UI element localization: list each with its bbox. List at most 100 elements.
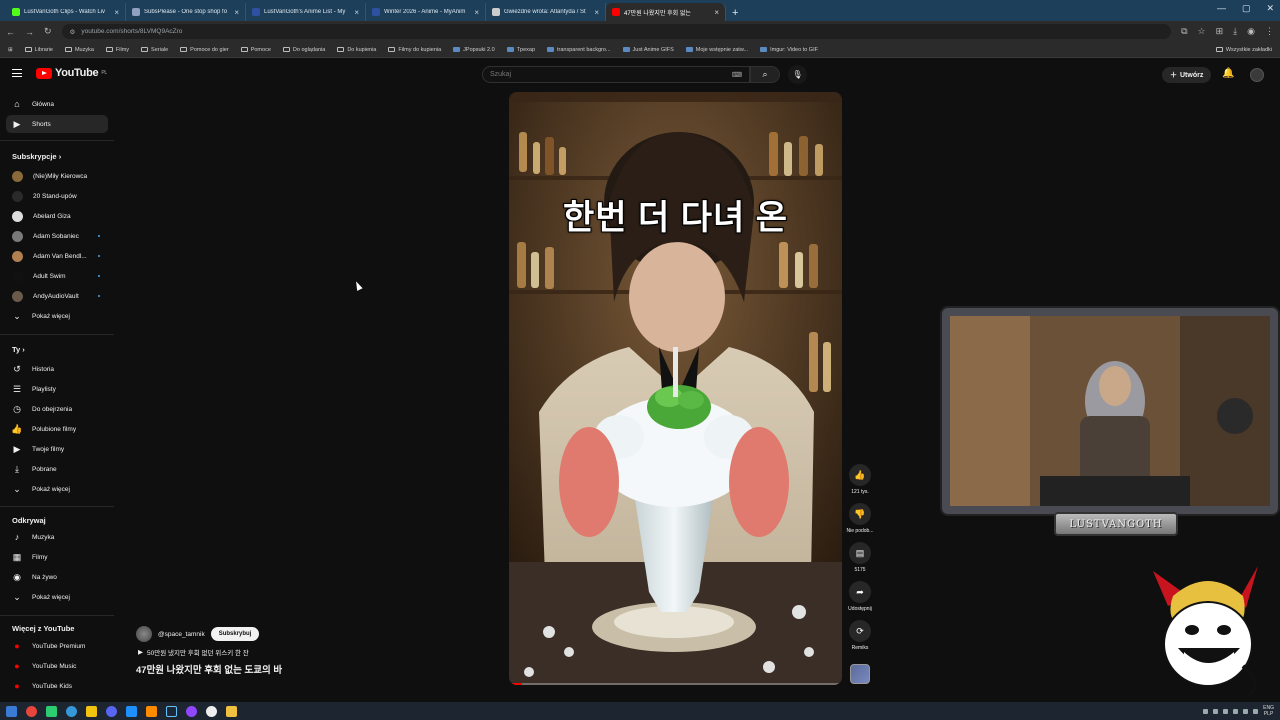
browser-tab[interactable]: 47만원 나왔지만 후회 없는 ×	[606, 3, 726, 21]
sidebar-item-more[interactable]: ● YouTube Kids	[6, 677, 108, 695]
sidebar-item-you[interactable]: ▶ Twoje filmy	[6, 440, 108, 458]
bookmark-item[interactable]: transparent backgro...	[547, 47, 611, 53]
vlc-icon[interactable]	[146, 705, 157, 717]
show-more-explore[interactable]: ⌄ Pokaż więcej	[6, 588, 108, 606]
browser-tab[interactable]: LustVanGoth Clips - Watch Liv ×	[6, 3, 126, 21]
bookmark-star-icon[interactable]: ☆	[1198, 26, 1206, 37]
dislike-button[interactable]: 👎	[849, 503, 871, 525]
obs-icon[interactable]	[206, 705, 217, 717]
comments-button[interactable]: ▤	[849, 542, 871, 564]
bookmark-item[interactable]: Do oglądania	[282, 47, 325, 53]
you-header[interactable]: Ty ›	[12, 345, 25, 354]
shorts-video-player[interactable]: 한번 더 다녀 온	[509, 92, 842, 685]
bookmark-item[interactable]: Librarie	[24, 47, 53, 53]
subscription-item[interactable]: Abelard Giza	[6, 207, 108, 225]
show-more-subscriptions[interactable]: ⌄ Pokaż więcej	[6, 307, 108, 325]
browser-tab[interactable]: LustVanGoth's Anime List - My ×	[246, 3, 366, 21]
url-input[interactable]: ⚙ youtube.com/shorts/8LVMQ9AcZro	[61, 24, 1172, 39]
volume-icon[interactable]	[1253, 708, 1259, 714]
create-button[interactable]: ＋ Utwórz	[1162, 67, 1212, 83]
bookmark-item[interactable]: Filmy	[105, 47, 129, 53]
minimize-icon[interactable]: —	[1217, 3, 1226, 14]
site-info-icon[interactable]: ⚙	[70, 28, 76, 36]
tab-close-icon[interactable]: ×	[234, 8, 239, 17]
bookmark-item[interactable]: Imgur: Video to GIF	[760, 47, 818, 53]
bookmark-item[interactable]: Filmy do kupienia	[388, 47, 441, 53]
sidebar-item-you[interactable]: 👍 Polubione filmy	[6, 420, 108, 438]
sidebar-item-you[interactable]: ◷ Do obejrzenia	[6, 400, 108, 418]
app-icon-6[interactable]	[126, 705, 137, 717]
notifications-bell-icon[interactable]: 🔔	[1222, 68, 1234, 79]
sidebar-item-more[interactable]: ● YouTube Premium	[6, 637, 108, 655]
tray-icon[interactable]	[1243, 708, 1249, 714]
bookmark-item[interactable]: JPopsuki 2.0	[453, 47, 495, 53]
reload-icon[interactable]: ↻	[44, 26, 52, 37]
language-indicator[interactable]: ENG PLP	[1263, 705, 1274, 717]
sidebar-item-you[interactable]: ↺ Historia	[6, 360, 108, 378]
sidebar-item-you[interactable]: ⤓ Pobrane	[6, 460, 108, 478]
hamburger-menu-icon[interactable]	[12, 69, 22, 77]
bookmark-item[interactable]: Pomoce	[240, 47, 271, 53]
close-window-icon[interactable]: ✕	[1266, 3, 1274, 14]
search-button[interactable]: ⌕	[750, 66, 780, 83]
tray-icon[interactable]	[1223, 708, 1229, 714]
subscription-item[interactable]: AndyAudioVault	[6, 287, 108, 305]
bookmark-item[interactable]: Seriale	[141, 47, 168, 53]
sidebar-item-you[interactable]: ☰ Playlisty	[6, 380, 108, 398]
sidebar-item-home[interactable]: ⌂ Główna	[6, 95, 108, 113]
bookmark-item[interactable]: Pomoce do gier	[180, 47, 229, 53]
more-from-youtube-header[interactable]: Więcej z YouTube	[12, 624, 74, 633]
tray-icon[interactable]	[1213, 708, 1219, 714]
chrome-icon[interactable]	[26, 705, 37, 717]
browser-icon[interactable]	[66, 705, 77, 717]
steam-icon[interactable]	[166, 705, 177, 717]
audio-thumbnail[interactable]	[850, 664, 870, 684]
tab-close-icon[interactable]: ×	[594, 8, 599, 17]
like-button[interactable]: 👍	[849, 464, 871, 486]
sidebar-item-shorts[interactable]: ▶ Shorts	[6, 115, 108, 133]
tray-icon[interactable]	[1203, 708, 1209, 714]
new-tab-icon[interactable]: +	[726, 7, 744, 21]
remix-button[interactable]: ⟳	[849, 620, 871, 642]
file-explorer-icon[interactable]	[226, 705, 237, 717]
extensions-icon[interactable]: ⊞	[1216, 26, 1224, 37]
all-bookmarks[interactable]: Wszystkie zakładki	[1215, 47, 1272, 53]
bookmark-item[interactable]: Just Anime GIFS	[622, 47, 674, 53]
tab-close-icon[interactable]: ×	[714, 8, 719, 17]
share-button[interactable]: ➦	[849, 581, 871, 603]
explore-header[interactable]: Odkrywaj	[12, 516, 46, 525]
bookmark-item[interactable]: Moje wstępnie zatw...	[685, 47, 748, 53]
sidebar-item-explore[interactable]: ▦ Filmy	[6, 548, 108, 566]
app-icon-4[interactable]	[86, 705, 97, 717]
downloads-icon[interactable]: ⤓	[1233, 26, 1237, 37]
sidebar-item-more[interactable]: ● YouTube Music	[6, 657, 108, 675]
tab-close-icon[interactable]: ×	[114, 8, 119, 17]
video-title[interactable]: 47만원 나왔지만 후회 없는 도쿄의 바	[136, 662, 282, 676]
show-more-you[interactable]: ⌄ Pokaż więcej	[6, 480, 108, 498]
apps-grid-icon[interactable]: ⊞	[8, 47, 13, 53]
keyboard-icon[interactable]: ⌨	[732, 71, 742, 79]
voice-search-button[interactable]: 🎙	[788, 65, 807, 84]
subscribe-button[interactable]: Subskrybuj	[210, 627, 260, 641]
sidebar-item-explore[interactable]: ◉ Na żywo	[6, 568, 108, 586]
subscription-item[interactable]: Adam Sobaniec	[6, 227, 108, 245]
twitch-icon[interactable]	[186, 705, 197, 717]
subscription-item[interactable]: 20 Stand-upów	[6, 187, 108, 205]
profile-icon[interactable]: ◉	[1247, 26, 1255, 37]
account-avatar[interactable]	[1250, 68, 1264, 82]
bookmark-item[interactable]: Muzyka	[64, 47, 94, 53]
discord-icon[interactable]	[106, 705, 117, 717]
youtube-logo[interactable]: YouTube PL	[36, 67, 107, 79]
subscription-item[interactable]: (Nie)Miły Kierowca	[6, 167, 108, 185]
video-progress-bar[interactable]	[509, 683, 842, 685]
tray-icon[interactable]	[1233, 708, 1239, 714]
sidebar-item-explore[interactable]: ♪ Muzyka	[6, 528, 108, 546]
maximize-icon[interactable]: ▢	[1242, 3, 1251, 14]
channel-avatar[interactable]	[136, 626, 152, 642]
search-input[interactable]: Szukaj ⌨	[482, 66, 750, 83]
bookmark-item[interactable]: Tpexap	[506, 47, 535, 53]
bookmark-item[interactable]: Do kupienia	[337, 47, 376, 53]
tab-close-icon[interactable]: ×	[354, 8, 359, 17]
menu-icon[interactable]: ⋮	[1265, 26, 1274, 37]
subscriptions-header[interactable]: Subskrypcje ›	[12, 152, 61, 161]
